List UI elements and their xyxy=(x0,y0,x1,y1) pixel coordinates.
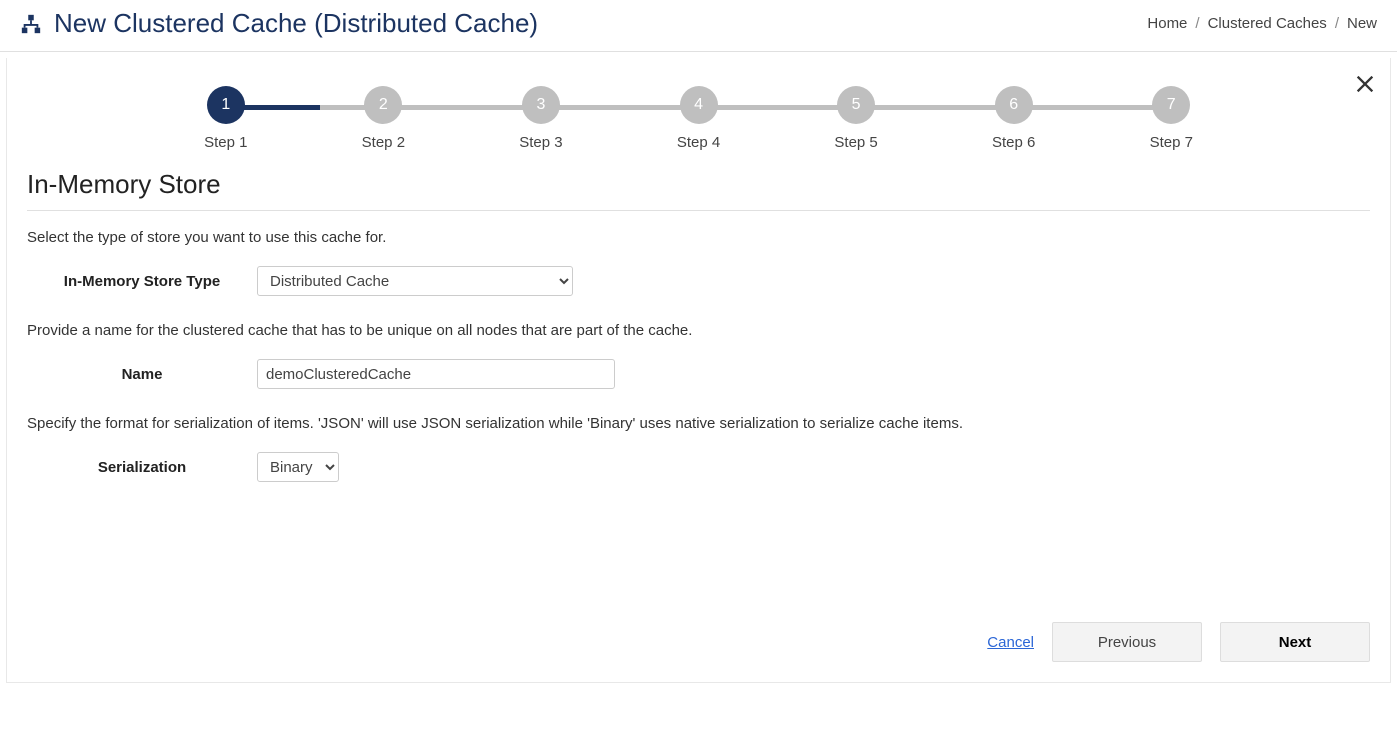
step-label: Step 4 xyxy=(677,134,720,151)
wizard-step[interactable]: 6 Step 6 xyxy=(935,86,1093,151)
step-circle: 6 xyxy=(995,86,1033,124)
wizard-step[interactable]: 2 Step 2 xyxy=(305,86,463,151)
step-circle: 2 xyxy=(364,86,402,124)
serialization-select[interactable]: Binary xyxy=(257,452,339,482)
step-circle: 1 xyxy=(207,86,245,124)
breadcrumb-separator: / xyxy=(1195,15,1199,32)
cluster-icon xyxy=(20,13,42,35)
step-circle: 7 xyxy=(1152,86,1190,124)
cancel-button[interactable]: Cancel xyxy=(987,634,1034,651)
store-type-helper: Select the type of store you want to use… xyxy=(27,229,1370,246)
step-label: Step 5 xyxy=(834,134,877,151)
breadcrumb: Home / Clustered Caches / New xyxy=(1147,15,1377,32)
wizard-step[interactable]: 5 Step 5 xyxy=(777,86,935,151)
step-label: Step 7 xyxy=(1150,134,1193,151)
breadcrumb-home[interactable]: Home xyxy=(1147,15,1187,32)
breadcrumb-clustered-caches[interactable]: Clustered Caches xyxy=(1208,15,1327,32)
step-label: Step 1 xyxy=(204,134,247,151)
store-type-label: In-Memory Store Type xyxy=(27,273,257,290)
breadcrumb-separator: / xyxy=(1335,15,1339,32)
step-circle: 3 xyxy=(522,86,560,124)
serialization-label: Serialization xyxy=(27,459,257,476)
name-input[interactable] xyxy=(257,359,615,389)
close-button[interactable] xyxy=(1354,72,1376,100)
page-header: New Clustered Cache (Distributed Cache) … xyxy=(0,0,1397,52)
name-label: Name xyxy=(27,366,257,383)
wizard-footer: Cancel Previous Next xyxy=(27,622,1370,662)
wizard-stepper: 1 Step 1 2 Step 2 3 Step 3 4 Step 4 5 Step 5 6 Step… xyxy=(147,86,1250,151)
store-type-select[interactable]: Distributed Cache xyxy=(257,266,573,296)
wizard-step[interactable]: 3 Step 3 xyxy=(462,86,620,151)
wizard-step[interactable]: 4 Step 4 xyxy=(620,86,778,151)
wizard-step[interactable]: 1 Step 1 xyxy=(147,86,305,151)
step-label: Step 3 xyxy=(519,134,562,151)
step-label: Step 6 xyxy=(992,134,1035,151)
step-label: Step 2 xyxy=(362,134,405,151)
breadcrumb-new: New xyxy=(1347,15,1377,32)
section-title: In-Memory Store xyxy=(27,169,1370,200)
wizard-step[interactable]: 7 Step 7 xyxy=(1092,86,1250,151)
close-icon xyxy=(1354,73,1376,95)
wizard-container: 1 Step 1 2 Step 2 3 Step 3 4 Step 4 5 Step 5 6 Step… xyxy=(6,58,1391,683)
section-divider xyxy=(27,210,1370,211)
step-circle: 4 xyxy=(680,86,718,124)
serialization-helper: Specify the format for serialization of … xyxy=(27,415,1370,432)
name-helper: Provide a name for the clustered cache t… xyxy=(27,322,1370,339)
step-circle: 5 xyxy=(837,86,875,124)
previous-button[interactable]: Previous xyxy=(1052,622,1202,662)
page-title: New Clustered Cache (Distributed Cache) xyxy=(54,8,538,39)
next-button[interactable]: Next xyxy=(1220,622,1370,662)
